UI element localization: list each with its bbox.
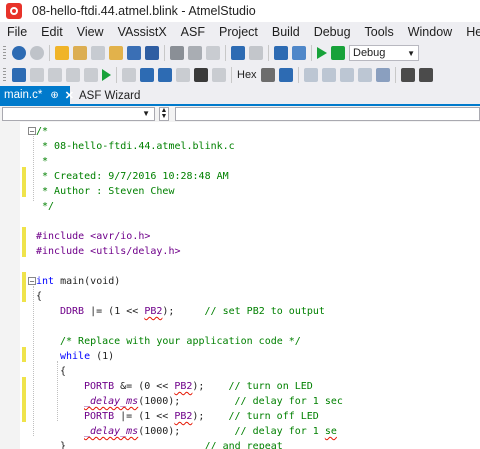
code-line: /* Replace with your application code */ — [60, 336, 301, 347]
forward-icon[interactable] — [30, 46, 44, 60]
code-line: * Author : Steven Chew — [36, 186, 175, 197]
break-all-icon[interactable] — [12, 68, 26, 82]
restart-icon[interactable] — [48, 68, 62, 82]
step-into-icon[interactable] — [140, 68, 154, 82]
add-item-icon[interactable] — [91, 46, 105, 60]
code-line: DDRB |= (1 << PB2); // set PB2 to output — [60, 306, 325, 317]
window-layout-icon[interactable] — [278, 68, 293, 82]
redo-icon[interactable] — [249, 46, 263, 60]
toolbar-grip[interactable] — [3, 68, 6, 82]
code-line: #include <utils/delay.h> — [36, 246, 181, 257]
title-bar: 08-hello-ftdi.44.atmel.blink - AtmelStud… — [0, 0, 480, 22]
split-window-icon[interactable]: ▲ ▼ — [159, 107, 169, 121]
menu-bar: File Edit View VAssistX ASF Project Buil… — [0, 22, 480, 42]
undo-icon[interactable] — [231, 46, 245, 60]
continue-icon[interactable] — [102, 69, 111, 81]
step-over-icon[interactable] — [158, 68, 172, 82]
code-line: − /* — [28, 126, 49, 137]
code-line: while (1) — [60, 351, 115, 362]
code-line: − int main(void) — [28, 276, 121, 287]
collapse-icon[interactable]: − — [28, 127, 36, 136]
open-file-icon[interactable] — [73, 46, 87, 60]
menu-build[interactable]: Build — [265, 25, 307, 39]
hex-toggle[interactable]: Hex — [237, 69, 257, 81]
close-icon[interactable]: ✕ — [65, 89, 74, 102]
menu-window[interactable]: Window — [401, 25, 459, 39]
menu-edit[interactable]: Edit — [34, 25, 70, 39]
editor-navigation-bar: ▼ ▲ ▼ — [0, 106, 480, 122]
registers-window-icon[interactable] — [321, 68, 336, 82]
tool-icon[interactable] — [418, 68, 433, 82]
tab-main-c[interactable]: main.c* ⊕ ✕ — [0, 86, 74, 104]
menu-project[interactable]: Project — [212, 25, 265, 39]
code-line: * 08-hello-ftdi.44.atmel.blink.c — [36, 141, 235, 152]
stop-debugging-icon[interactable] — [30, 68, 44, 82]
pin-icon[interactable]: ⊕ — [50, 90, 58, 101]
code-line: } // and repeat — [60, 441, 283, 449]
save-icon[interactable] — [127, 46, 141, 60]
menu-asf[interactable]: ASF — [174, 25, 212, 39]
tab-asf-wizard[interactable]: ASF Wizard — [74, 87, 145, 104]
disassembly-icon[interactable] — [122, 68, 136, 82]
code-line: PORTB &= (0 << PB2); // turn on LED — [84, 381, 313, 392]
copy-icon[interactable] — [188, 46, 202, 60]
toolbar-grip[interactable] — [3, 46, 6, 60]
pause-icon[interactable] — [84, 68, 98, 82]
find-icon[interactable] — [292, 46, 306, 60]
code-line: { — [36, 291, 43, 302]
io-view-icon[interactable] — [339, 68, 354, 82]
new-project-icon[interactable] — [55, 46, 69, 60]
menu-file[interactable]: File — [0, 25, 34, 39]
device-icon[interactable] — [400, 68, 415, 82]
code-editor[interactable]: − /* * 08-hello-ftdi.44.atmel.blink.c * … — [0, 122, 480, 449]
show-next-statement-icon[interactable] — [66, 68, 80, 82]
back-icon[interactable] — [12, 46, 26, 60]
run-to-cursor-icon[interactable] — [194, 68, 208, 82]
memory-window-icon[interactable] — [303, 68, 318, 82]
code-line: _delay_ms(1000); // delay for 1 se — [84, 426, 337, 437]
collapse-icon[interactable]: − — [28, 277, 36, 286]
code-line: _delay_ms(1000); // delay for 1 sec — [84, 396, 343, 407]
code-line: #include <avr/io.h> — [36, 231, 151, 242]
solution-configuration-value: Debug — [353, 47, 386, 59]
code-line: * — [36, 156, 49, 167]
menu-tools[interactable]: Tools — [358, 25, 401, 39]
chevron-down-icon: ▼ — [407, 48, 415, 58]
breakpoint-icon[interactable] — [260, 68, 275, 82]
code-line: */ — [36, 201, 55, 212]
atmel-studio-logo-icon — [6, 3, 22, 19]
debug-toolbar: Hex — [0, 64, 480, 86]
code-line: { — [60, 366, 67, 377]
document-tab-strip: main.c* ⊕ ✕ ASF Wizard — [0, 86, 480, 106]
save-all-icon[interactable] — [145, 46, 159, 60]
step-out-icon[interactable] — [176, 68, 190, 82]
chevron-down-icon: ▼ — [142, 109, 150, 118]
symbol-dropdown[interactable] — [175, 107, 480, 121]
watch-window-icon[interactable] — [375, 68, 390, 82]
start-debugging-icon[interactable] — [317, 47, 327, 59]
tab-label: main.c* — [4, 89, 43, 101]
processor-status-icon[interactable] — [357, 68, 372, 82]
device-programming-icon[interactable] — [274, 46, 288, 60]
code-line: * Created: 9/7/2016 10:28:48 AM — [36, 171, 229, 182]
context-dropdown[interactable]: ▼ — [2, 107, 155, 121]
cut-icon[interactable] — [170, 46, 184, 60]
menu-view[interactable]: View — [70, 25, 111, 39]
tab-label: ASF Wizard — [79, 89, 141, 102]
start-without-debugging-icon[interactable] — [331, 46, 345, 60]
paste-icon[interactable] — [206, 46, 220, 60]
menu-debug[interactable]: Debug — [307, 25, 358, 39]
open-folder-icon[interactable] — [109, 46, 123, 60]
code-line: PORTB |= (1 << PB2); // turn off LED — [84, 411, 319, 422]
reset-icon[interactable] — [212, 68, 226, 82]
standard-toolbar: Debug ▼ — [0, 42, 480, 64]
menu-help[interactable]: Help — [459, 25, 480, 39]
window-title: 08-hello-ftdi.44.atmel.blink - AtmelStud… — [32, 4, 256, 18]
solution-configuration-select[interactable]: Debug ▼ — [349, 45, 419, 61]
menu-vassistx[interactable]: VAssistX — [111, 25, 174, 39]
